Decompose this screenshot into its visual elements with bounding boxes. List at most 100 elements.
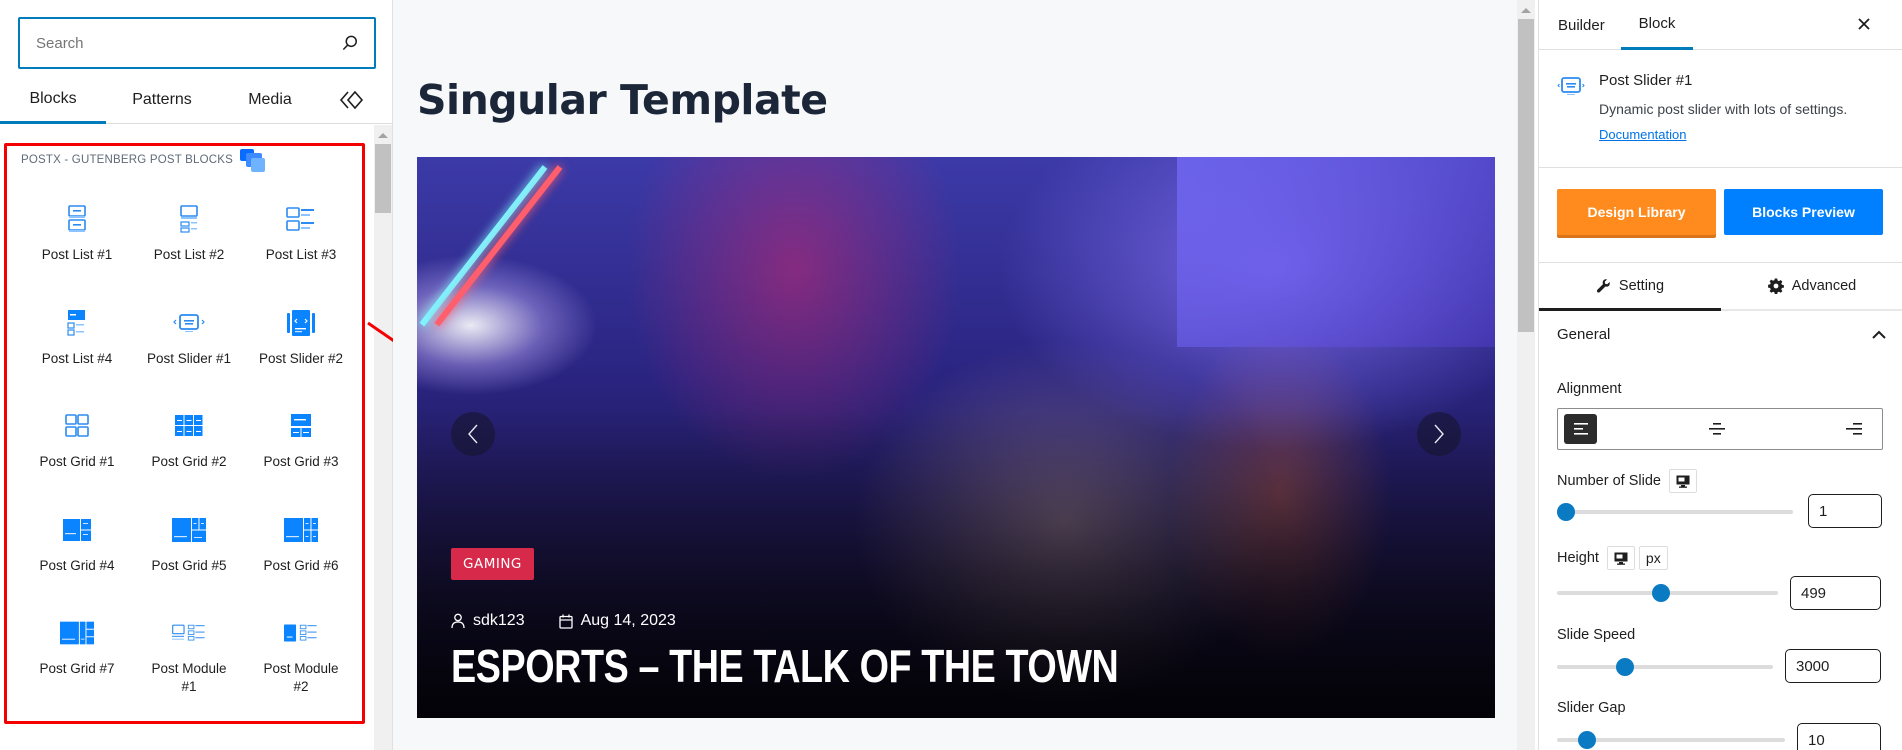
block-item[interactable]: Post List #3 — [245, 204, 357, 308]
chevron-right-icon — [1434, 424, 1444, 444]
block-item[interactable]: Post Grid #1 — [21, 411, 133, 515]
slider-gap-label: Slider Gap — [1557, 700, 1626, 716]
general-section-toggle[interactable]: General — [1557, 326, 1887, 343]
block-item[interactable]: Post Slider #1 — [133, 308, 245, 412]
slider-handle[interactable] — [1652, 584, 1671, 602]
height-value[interactable] — [1801, 584, 1880, 602]
calendar-icon — [558, 614, 573, 629]
alignment-label: Alignment — [1557, 381, 1621, 397]
post-title[interactable]: ESPORTS – THE TALK OF THE TOWN — [451, 639, 1119, 693]
block-item[interactable]: Post List #1 — [21, 204, 133, 308]
image-overlay — [417, 157, 1495, 718]
slider-gap-value[interactable] — [1808, 731, 1880, 749]
unit-selector[interactable]: px — [1638, 546, 1668, 570]
slider-prev-button[interactable] — [451, 412, 495, 456]
block-item[interactable]: Post Grid #5 — [133, 515, 245, 619]
wrench-icon — [1596, 279, 1610, 293]
tab-block[interactable]: Block — [1621, 0, 1693, 50]
postx-logo-icon — [240, 149, 265, 172]
block-label: Post Grid #5 — [151, 557, 227, 573]
search-icon[interactable] — [340, 33, 360, 53]
responsive-device-button[interactable] — [1668, 469, 1697, 493]
slider-gap-slider[interactable] — [1557, 731, 1785, 749]
category-title: POSTX - GUTENBERG POST BLOCKS — [21, 154, 233, 166]
search-input[interactable] — [36, 34, 340, 52]
height-input[interactable] — [1790, 576, 1881, 610]
chevron-up-icon — [1872, 330, 1886, 339]
post-author[interactable]: sdk123 — [473, 612, 525, 630]
post-meta: sdk123 Aug 14, 2023 — [451, 612, 710, 630]
block-item[interactable]: Post Grid #3 — [245, 411, 357, 515]
inserter-tabs: Blocks Patterns Media — [0, 76, 393, 124]
reusable-blocks-tab[interactable] — [322, 76, 382, 124]
tab-advanced[interactable]: Advanced — [1721, 263, 1902, 309]
tab-setting[interactable]: Setting — [1539, 263, 1721, 311]
post-list-1-icon — [68, 205, 86, 232]
slide-speed-slider[interactable] — [1557, 658, 1773, 676]
gear-icon — [1767, 278, 1784, 294]
slide-speed-input[interactable] — [1785, 649, 1881, 683]
label-text: Alignment — [1557, 381, 1622, 397]
slider-handle[interactable] — [1616, 658, 1635, 676]
post-slider-2-icon — [287, 309, 315, 336]
block-item[interactable]: Post Module #1 — [133, 618, 245, 722]
block-label: Post Slider #2 — [258, 350, 344, 366]
post-list-4-icon — [67, 309, 85, 336]
height-slider[interactable] — [1557, 584, 1778, 602]
block-label: Post List #4 — [41, 350, 113, 366]
block-label: Post Module #1 — [151, 661, 227, 694]
scroll-up-arrow-icon[interactable] — [1521, 8, 1531, 13]
block-label: Post Grid #2 — [151, 454, 227, 469]
page-title[interactable]: Singular Template — [417, 76, 828, 124]
highlight-annotation-box: POSTX - GUTENBERG POST BLOCKS Post List … — [4, 143, 365, 724]
scroll-up-arrow-icon[interactable] — [378, 133, 388, 138]
tab-patterns[interactable]: Patterns — [106, 76, 218, 124]
block-item[interactable]: Post Grid #4 — [21, 515, 133, 619]
responsive-device-button[interactable] — [1606, 546, 1635, 570]
align-right-button[interactable] — [1837, 414, 1870, 444]
slider-gap-input[interactable] — [1797, 723, 1881, 750]
number-of-slide-value[interactable] — [1819, 502, 1881, 520]
block-item[interactable]: Post List #2 — [133, 204, 245, 308]
block-item[interactable]: Post Module #2 — [245, 618, 357, 722]
block-item[interactable]: Post Slider #2 — [245, 308, 357, 412]
slider-handle[interactable] — [1557, 503, 1575, 521]
block-item[interactable]: Post Grid #6 — [245, 515, 357, 619]
slider-handle[interactable] — [1578, 731, 1596, 749]
align-left-button[interactable] — [1564, 414, 1597, 444]
blocks-preview-button[interactable]: Blocks Preview — [1724, 189, 1883, 235]
tab-builder[interactable]: Builder — [1539, 0, 1621, 50]
category-badge[interactable]: GAMING — [451, 548, 534, 580]
block-item[interactable]: Post List #4 — [21, 308, 133, 412]
scrollbar-thumb[interactable] — [1518, 19, 1534, 332]
scrollbar-thumb[interactable] — [375, 144, 391, 213]
desktop-icon — [1614, 552, 1628, 565]
post-grid-5-icon — [172, 517, 206, 542]
slide-speed-value[interactable] — [1796, 657, 1880, 675]
post-grid-6-icon — [284, 517, 318, 542]
align-center-button[interactable] — [1701, 414, 1734, 444]
editor-screen: Blocks Patterns Media POSTX - GUTENBERG … — [0, 0, 1902, 750]
search-box[interactable] — [18, 17, 376, 69]
inserter-scrollbar[interactable] — [374, 125, 392, 750]
number-of-slide-slider[interactable] — [1557, 503, 1793, 521]
tab-blocks[interactable]: Blocks — [0, 76, 106, 124]
number-of-slide-input[interactable] — [1808, 494, 1882, 528]
canvas-scrollbar[interactable] — [1517, 0, 1535, 750]
block-label: Post Grid #3 — [263, 454, 339, 469]
block-label: Post Grid #4 — [39, 557, 115, 573]
documentation-link[interactable]: Documentation — [1599, 127, 1686, 142]
tab-media[interactable]: Media — [218, 76, 322, 124]
close-icon[interactable] — [1854, 14, 1874, 34]
post-slider-block[interactable]: GAMING sdk123 Aug 14, 2023 ESPORTS – THE… — [417, 157, 1495, 718]
number-of-slide-label: Number of Slide — [1557, 469, 1697, 493]
slider-next-button[interactable] — [1417, 412, 1461, 456]
chevron-left-icon — [468, 424, 478, 444]
block-item[interactable]: Post Grid #7 — [21, 618, 133, 722]
block-item[interactable]: Post Grid #2 — [133, 411, 245, 515]
design-library-button[interactable]: Design Library — [1557, 189, 1716, 235]
settings-tabs: Setting Advanced — [1539, 263, 1902, 311]
height-label: Height px — [1557, 546, 1668, 570]
alignment-control — [1557, 408, 1883, 450]
label-text: Slide Speed — [1557, 627, 1636, 643]
